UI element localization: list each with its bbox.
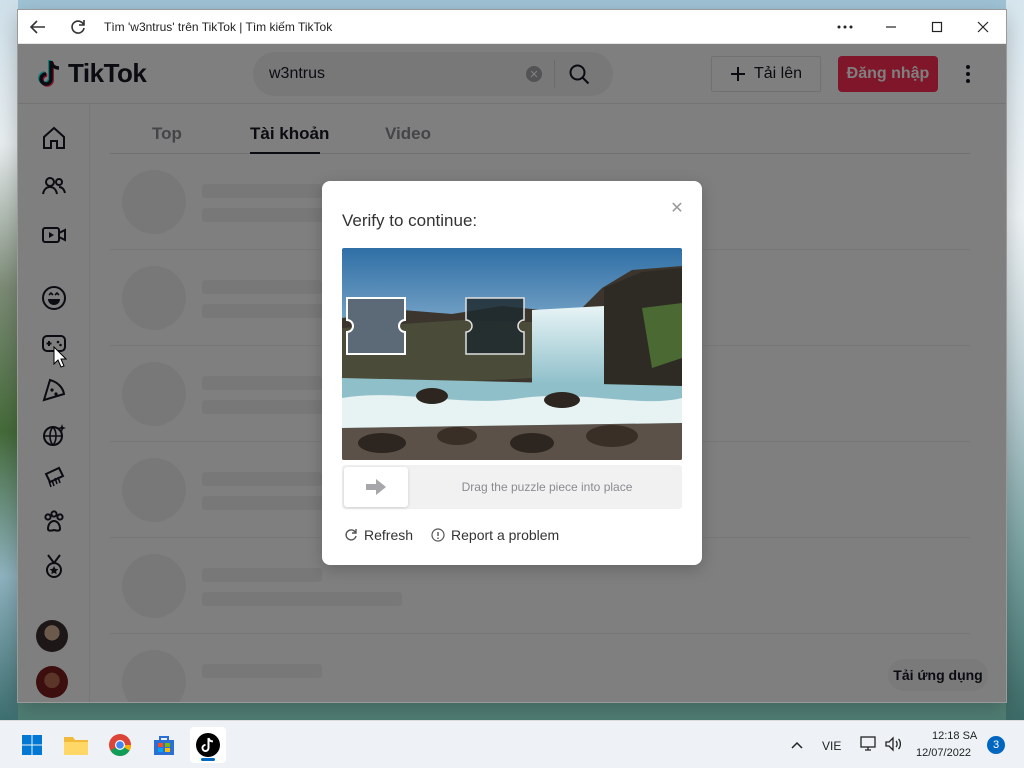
refresh-label: Refresh	[364, 527, 414, 543]
more-horizontal-icon	[837, 25, 853, 28]
report-problem-button[interactable]: Report a problem	[431, 527, 559, 543]
info-icon	[431, 528, 445, 542]
desktop-wallpaper-right	[1006, 0, 1024, 720]
puzzle-target-slot	[465, 297, 525, 355]
title-bar: Tìm 'w3ntrus' trên TikTok | Tìm kiếm Tik…	[18, 10, 1006, 44]
windows-logo-icon	[22, 735, 42, 755]
reload-icon	[71, 19, 85, 34]
captcha-puzzle-image	[342, 248, 682, 460]
chrome-icon	[109, 734, 131, 756]
arrow-left-icon	[29, 19, 45, 34]
captcha-actions: Refresh Report a problem	[344, 527, 559, 543]
taskbar: VIE 12:18 SA 12/07/2022 3	[0, 720, 1024, 768]
slider-handle[interactable]	[344, 467, 408, 507]
back-button[interactable]	[18, 10, 58, 44]
minimize-icon	[886, 25, 896, 28]
clock-date[interactable]: 12/07/2022	[916, 747, 971, 759]
language-indicator[interactable]: VIE	[822, 739, 841, 753]
taskbar-tiktok[interactable]	[190, 727, 226, 763]
report-label: Report a problem	[451, 527, 560, 543]
close-modal-icon[interactable]: ✕	[670, 200, 684, 217]
reload-button[interactable]	[58, 10, 98, 44]
captcha-modal: Verify to continue: ✕ Drag the puzzle pi…	[322, 181, 702, 565]
maximize-button[interactable]	[914, 10, 960, 44]
window-title: Tìm 'w3ntrus' trên TikTok | Tìm kiếm Tik…	[104, 19, 333, 34]
captcha-slider-track: Drag the puzzle piece into place	[342, 465, 682, 509]
minimize-button[interactable]	[868, 10, 914, 44]
folder-icon	[64, 737, 88, 755]
network-icon[interactable]	[860, 736, 878, 752]
taskbar-file-explorer[interactable]	[58, 727, 94, 763]
arrow-right-icon	[366, 479, 386, 495]
settings-more-button[interactable]	[822, 10, 868, 44]
refresh-button[interactable]: Refresh	[344, 527, 413, 543]
maximize-icon	[931, 21, 943, 32]
close-window-button[interactable]	[960, 10, 1006, 44]
taskbar-store[interactable]	[146, 727, 182, 763]
slider-hint: Drag the puzzle piece into place	[461, 480, 633, 494]
clock-time[interactable]: 12:18 SA	[932, 730, 977, 742]
volume-icon[interactable]	[884, 736, 902, 752]
active-app-indicator	[201, 758, 215, 761]
refresh-icon	[345, 529, 357, 541]
store-icon	[154, 736, 174, 755]
desktop-wallpaper-left	[0, 0, 18, 720]
taskbar-chrome[interactable]	[102, 727, 138, 763]
mouse-cursor-icon	[53, 346, 67, 368]
notification-badge[interactable]: 3	[987, 736, 1005, 754]
captcha-title: Verify to continue:	[342, 211, 478, 230]
tiktok-icon	[196, 733, 220, 757]
puzzle-piece[interactable]	[346, 297, 406, 355]
start-button[interactable]	[14, 727, 50, 763]
chevron-up-icon[interactable]	[790, 738, 804, 752]
close-icon	[977, 21, 989, 32]
